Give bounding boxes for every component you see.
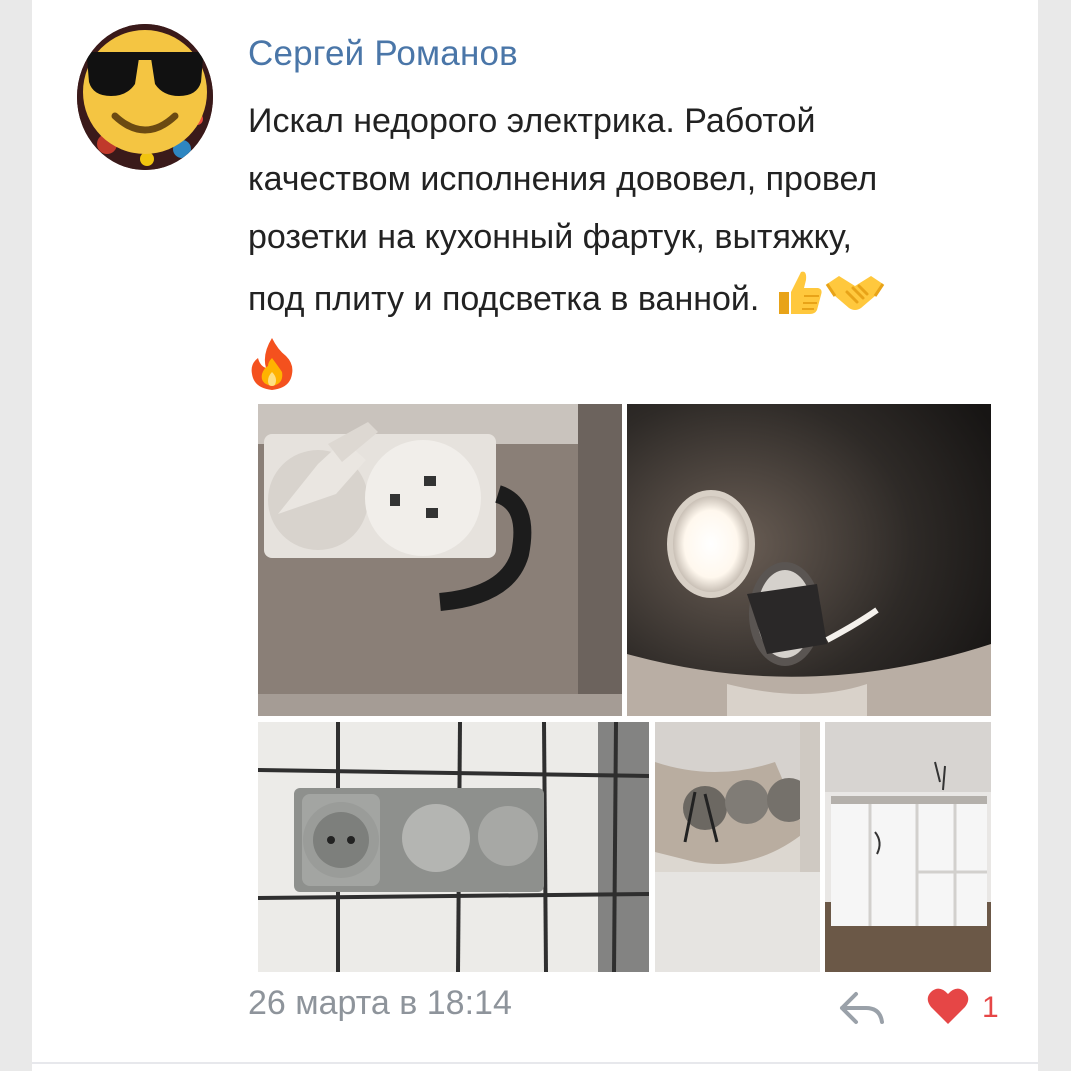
photo-double-socket[interactable] xyxy=(258,722,649,972)
fire-icon xyxy=(248,336,296,410)
handshake-icon xyxy=(825,266,885,336)
post-text-line: Искал недорого электрика. Работой xyxy=(248,102,816,140)
like-count: 1 xyxy=(982,991,999,1024)
post-text-line: качеством исполнения дововел, провел xyxy=(248,160,878,198)
like-button[interactable]: 1 xyxy=(926,986,999,1030)
post-text: Искал недорого электрика. Работой качест… xyxy=(248,92,1018,410)
photo-outlet-plug[interactable] xyxy=(258,404,622,716)
avatar[interactable] xyxy=(77,24,213,170)
post-text-line xyxy=(248,336,1018,410)
post-timestamp[interactable]: 26 марта в 18:14 xyxy=(248,984,512,1023)
post-text-line: розетки на кухонный фартук, вытяжку, xyxy=(248,218,852,256)
author-name[interactable]: Сергей Романов xyxy=(248,34,518,74)
photo-wall-boxes[interactable] xyxy=(655,722,820,972)
divider xyxy=(32,1062,1038,1064)
heart-icon xyxy=(926,986,970,1031)
reply-icon xyxy=(838,992,886,1032)
thumbs-up-icon xyxy=(773,266,825,336)
photo-kitchen-cabinets[interactable] xyxy=(825,722,991,972)
photo-wall-lamp[interactable] xyxy=(627,404,991,716)
post-text-line: под плиту и подсветка в ванной. xyxy=(248,266,1018,336)
reply-button[interactable] xyxy=(838,988,886,1028)
post-text-line-content: под плиту и подсветка в ванной. xyxy=(248,279,760,318)
